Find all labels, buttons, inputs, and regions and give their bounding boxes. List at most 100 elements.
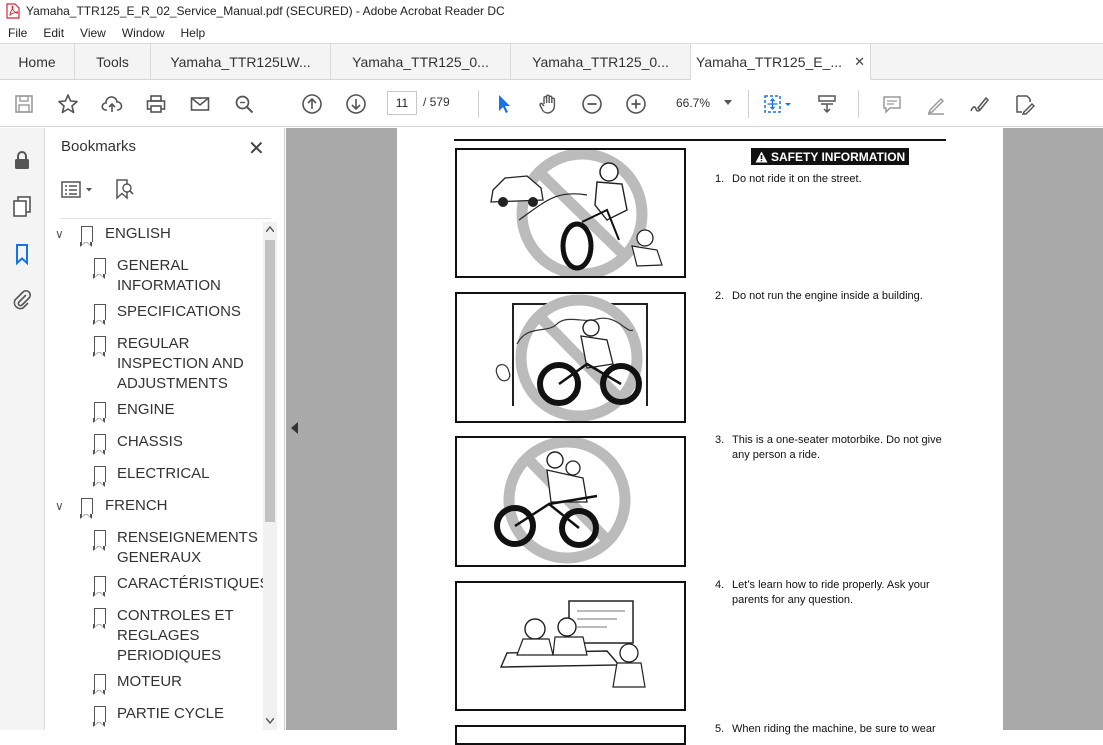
chevron-down-icon[interactable]: ∨	[55, 496, 71, 516]
menu-file[interactable]: File	[0, 26, 35, 40]
bookmarks-scrollbar[interactable]	[263, 222, 277, 730]
bookmark-label: ENGINE	[117, 401, 175, 418]
scroll-up-arrow-icon[interactable]	[266, 226, 274, 232]
illustration-protective-gear	[455, 725, 686, 745]
title-bar: Yamaha_TTR125_E_R_02_Service_Manual.pdf …	[0, 0, 1103, 22]
fit-page-icon[interactable]	[760, 91, 794, 117]
bookmark-icon	[93, 706, 106, 727]
search-icon[interactable]	[231, 91, 257, 117]
next-page-icon[interactable]	[343, 91, 369, 117]
bookmark-label: MOTEUR	[117, 673, 182, 690]
fill-sign-icon[interactable]	[1011, 91, 1037, 117]
menu-help[interactable]: Help	[173, 26, 214, 40]
sign-pen-icon[interactable]	[967, 91, 993, 117]
zoom-out-icon[interactable]	[579, 91, 605, 117]
tab-tools[interactable]: Tools	[75, 44, 151, 80]
bookmark-moteur[interactable]: MOTEUR	[93, 672, 182, 695]
bookmark-partie-cycle[interactable]: PARTIE CYCLE	[93, 704, 224, 727]
bookmark-star-icon[interactable]	[55, 91, 81, 117]
bookmark-label: ELECTRICAL	[117, 465, 210, 482]
zoom-in-icon[interactable]	[623, 91, 649, 117]
bookmark-caracteristiques[interactable]: CARACTÉRISTIQUES	[93, 574, 270, 597]
bookmark-icon	[93, 304, 106, 325]
toolbar-divider	[748, 90, 749, 118]
highlight-pen-icon[interactable]	[923, 91, 949, 117]
safety-item-4: 4. Let’s learn how to ride properly. Ask…	[715, 578, 947, 608]
save-icon[interactable]	[11, 91, 37, 117]
tab-document-1-label: Yamaha_TTR125LW...	[170, 54, 311, 70]
menu-view[interactable]: View	[72, 26, 114, 40]
email-icon[interactable]	[187, 91, 213, 117]
bookmarks-toolbar	[61, 178, 271, 202]
tab-document-3[interactable]: Yamaha_TTR125_0...	[511, 44, 691, 80]
tab-document-2[interactable]: Yamaha_TTR125_0...	[331, 44, 511, 80]
page-header-rule	[454, 139, 946, 141]
menu-bar: File Edit View Window Help	[0, 22, 1103, 43]
tab-close-icon[interactable]: ✕	[854, 54, 865, 70]
bookmark-icon	[93, 336, 106, 357]
safety-item-3: 3. This is a one-seater motorbike. Do no…	[715, 433, 947, 463]
bookmarks-panel: Bookmarks ✕ ∨ ENGLISH GENERAL INFORMATIO…	[45, 128, 285, 730]
toolbar: 11 / 579 66.7%	[0, 80, 1103, 127]
bookmark-label: RENSEIGNEMENTS GENERAUX	[117, 529, 258, 566]
bookmarks-panel-title: Bookmarks	[61, 138, 137, 155]
tab-document-active[interactable]: Yamaha_TTR125_E_... ✕	[691, 44, 871, 80]
menu-edit[interactable]: Edit	[35, 26, 72, 40]
attachments-paperclip-icon[interactable]	[10, 288, 34, 312]
chevron-down-icon[interactable]: ∨	[55, 224, 71, 244]
tab-home-label: Home	[18, 54, 56, 70]
bookmark-general-information[interactable]: GENERAL INFORMATION	[93, 256, 221, 296]
bookmark-french[interactable]: ∨ FRENCH	[55, 496, 168, 519]
bookmark-icon	[93, 674, 106, 695]
bookmark-label: ENGLISH	[105, 225, 171, 242]
item-number: 4.	[715, 579, 725, 591]
bookmark-english[interactable]: ∨ ENGLISH	[55, 224, 171, 247]
bookmark-label: SPECIFICATIONS	[117, 303, 241, 320]
pdf-page: SAFETY INFORMATION 1. Do not ride it on …	[397, 128, 1003, 745]
illustration-no-street-riding	[455, 148, 686, 278]
print-icon[interactable]	[143, 91, 169, 117]
toolbar-divider	[478, 90, 479, 118]
previous-page-icon[interactable]	[299, 91, 325, 117]
bookmark-icon	[93, 466, 106, 487]
tab-document-1[interactable]: Yamaha_TTR125LW...	[151, 44, 331, 80]
upload-cloud-icon[interactable]	[99, 91, 125, 117]
item-text: Do not ride it on the street.	[732, 173, 862, 185]
bookmark-icon	[93, 258, 106, 279]
bookmark-regular-inspection[interactable]: REGULAR INSPECTION AND ADJUSTMENTS	[93, 334, 244, 394]
zoom-level-select[interactable]: 66.7%	[668, 91, 740, 115]
safety-information-heading: SAFETY INFORMATION	[751, 148, 910, 165]
bookmark-options-icon[interactable]	[61, 180, 97, 200]
hand-tool-icon[interactable]	[535, 91, 561, 117]
close-panel-icon[interactable]: ✕	[248, 136, 265, 161]
bookmark-icon	[93, 402, 106, 423]
lock-icon[interactable]	[10, 148, 34, 172]
bookmark-tree: ∨ ENGLISH GENERAL INFORMATION SPECIFICAT…	[45, 222, 277, 730]
toolbar-divider	[858, 90, 859, 118]
new-bookmark-icon[interactable]	[113, 178, 135, 200]
bookmark-engine[interactable]: ENGINE	[93, 400, 175, 423]
page-total: / 579	[423, 95, 450, 109]
collapse-panel-handle[interactable]	[286, 128, 304, 730]
bookmark-renseignements-generaux[interactable]: RENSEIGNEMENTS GENERAUX	[93, 528, 258, 568]
scroll-down-arrow-icon[interactable]	[266, 718, 274, 724]
bookmark-icon	[80, 498, 93, 519]
menu-window[interactable]: Window	[114, 26, 173, 40]
scroll-mode-icon[interactable]	[814, 91, 840, 117]
page-thumbnails-icon[interactable]	[10, 194, 34, 218]
bookmark-electrical[interactable]: ELECTRICAL	[93, 464, 210, 487]
comment-icon[interactable]	[879, 91, 905, 117]
select-cursor-icon[interactable]	[491, 91, 517, 117]
illustration-learn-to-ride	[455, 581, 686, 711]
tab-home[interactable]: Home	[0, 44, 75, 80]
bookmarks-panel-icon[interactable]	[10, 242, 34, 266]
item-number: 3.	[715, 434, 725, 446]
bookmark-controles-reglages[interactable]: CONTROLES ET REGLAGES PERIODIQUES	[93, 606, 234, 666]
scrollbar-thumb[interactable]	[265, 240, 275, 522]
bookmark-chassis[interactable]: CHASSIS	[93, 432, 183, 455]
tab-document-2-label: Yamaha_TTR125_0...	[352, 54, 489, 70]
collapse-left-arrow-icon[interactable]	[291, 422, 298, 434]
bookmark-specifications[interactable]: SPECIFICATIONS	[93, 302, 241, 325]
page-number-input[interactable]: 11	[387, 91, 417, 115]
bookmark-icon	[93, 434, 106, 455]
